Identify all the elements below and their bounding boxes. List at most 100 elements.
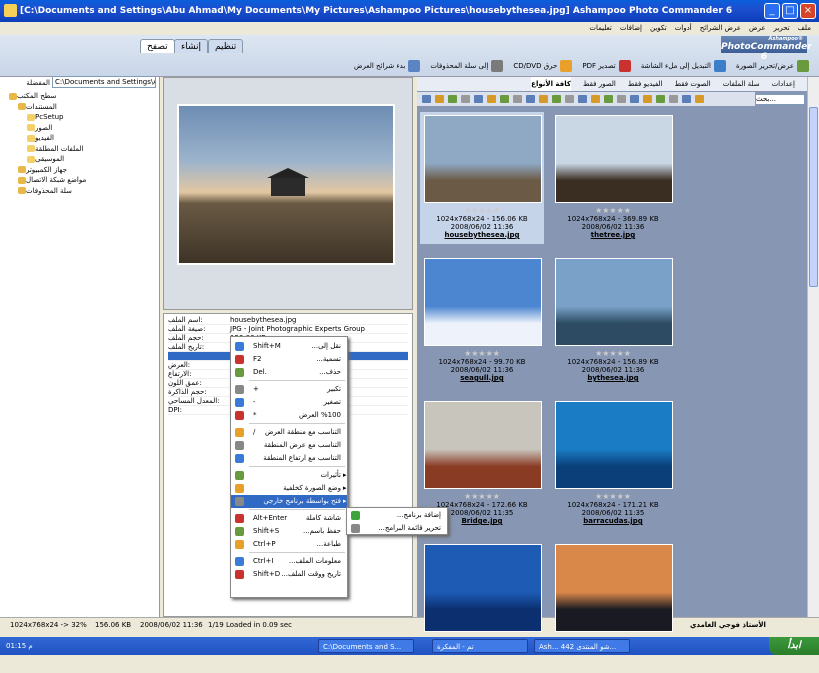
taskbar-button[interactable]: C:\Documents and S... bbox=[318, 639, 414, 653]
thumb-tool-icon[interactable] bbox=[604, 95, 613, 103]
filter-tab-4[interactable]: الصور فقط bbox=[583, 77, 616, 91]
app-icon[interactable] bbox=[4, 4, 17, 17]
thumbnail-filename[interactable]: thetree.jpg bbox=[551, 231, 675, 239]
thumb-tool-icon[interactable] bbox=[565, 95, 574, 103]
context-menu-item[interactable]: فتح بواسطة برنامج خارجي ▸ bbox=[231, 495, 347, 508]
thumb-tool-icon[interactable] bbox=[643, 95, 652, 103]
rating-stars[interactable]: ★★★★★ bbox=[420, 492, 544, 501]
favorites-label[interactable]: المفضلة bbox=[4, 79, 50, 87]
thumb-tool-icon[interactable] bbox=[695, 95, 704, 103]
thumbnail[interactable]: ★★★★★ 1024x768x24 - 369.89 KB 2008/06/02 1… bbox=[551, 112, 675, 244]
context-menu-item[interactable]: Shift+D تاريخ ووقت الملف... bbox=[231, 568, 347, 581]
thumb-tool-icon[interactable] bbox=[513, 95, 522, 103]
menu-item-3[interactable]: عرض الشرائح bbox=[700, 22, 741, 35]
thumbnail-image[interactable] bbox=[424, 544, 542, 632]
minimize-button[interactable]: _ bbox=[764, 3, 780, 19]
ribbon-tab-1[interactable]: إنشاء bbox=[174, 39, 209, 53]
menu-item-4[interactable]: أدوات bbox=[675, 22, 692, 35]
tree-item[interactable]: سلة المحذوفات bbox=[15, 187, 72, 195]
context-menu-item[interactable]: F2 تسمية... bbox=[231, 353, 347, 366]
context-menu-item[interactable]: Shift+S حفظ باسم... bbox=[231, 525, 347, 538]
menu-item-2[interactable]: عرض bbox=[749, 22, 766, 35]
rating-stars[interactable]: ★★★★★ bbox=[551, 349, 675, 358]
thumbnail-image[interactable] bbox=[555, 115, 673, 203]
context-menu-item[interactable]: وضع الصورة كخلفية ▸ bbox=[231, 482, 347, 495]
tree-item[interactable]: الفيديو bbox=[24, 134, 54, 142]
rating-stars[interactable]: ★★★★★ bbox=[420, 349, 544, 358]
preview-image[interactable] bbox=[177, 104, 395, 265]
thumbnail-filename[interactable]: Bridge.jpg bbox=[420, 517, 544, 525]
toolbar-item-2[interactable]: تصدير PDF bbox=[582, 56, 631, 76]
context-menu-item[interactable]: التناسب مع عرض المنطقة bbox=[231, 439, 347, 452]
thumbnail[interactable]: ★★★★★ 1024x768x24 - 156.89 KB 2008/06/02 1… bbox=[551, 255, 675, 387]
vertical-scrollbar[interactable] bbox=[807, 77, 819, 617]
tree-item[interactable]: المستندات bbox=[15, 103, 57, 111]
rating-stars[interactable]: ★★★★★ bbox=[551, 492, 675, 501]
thumbnail[interactable]: ★★★★★ 1024x768x24 - 171.21 KB 2008/06/02 1… bbox=[551, 398, 675, 530]
context-menu-item[interactable]: Ctrl+I معلومات الملف... bbox=[231, 555, 347, 568]
context-menu-item[interactable]: - تصغير bbox=[231, 396, 347, 409]
context-menu-item[interactable]: Shift+M نقل إلى... bbox=[231, 340, 347, 353]
toolbar-item-0[interactable]: عرض/تحرير الصورة bbox=[736, 56, 809, 76]
thumbnail-filename[interactable]: bythesea.jpg bbox=[551, 374, 675, 382]
thumbnail[interactable]: ★★★★★ 1024x768x24 - 172.66 KB 2008/06/02 1… bbox=[420, 398, 544, 530]
toolbar-item-1[interactable]: التبديل إلى ملء الشاشة bbox=[641, 56, 726, 76]
thumbnail-image[interactable] bbox=[424, 115, 542, 203]
tree-item[interactable]: الصور bbox=[24, 124, 52, 132]
thumb-tool-icon[interactable] bbox=[617, 95, 626, 103]
thumb-tool-icon[interactable] bbox=[435, 95, 444, 103]
thumb-tool-icon[interactable] bbox=[591, 95, 600, 103]
thumbnail-image[interactable] bbox=[555, 258, 673, 346]
thumb-tool-icon[interactable] bbox=[656, 95, 665, 103]
thumbnail[interactable]: ★★★★★ 1024x768x24 - 99.70 KB 2008/06/02 11… bbox=[420, 255, 544, 387]
thumb-tool-icon[interactable] bbox=[669, 95, 678, 103]
thumb-tool-icon[interactable] bbox=[526, 95, 535, 103]
thumbnail-image[interactable] bbox=[555, 544, 673, 632]
ribbon-tab-2[interactable]: تنظيم bbox=[208, 39, 244, 53]
thumbnail-filename[interactable]: seagull.jpg bbox=[420, 374, 544, 382]
rating-stars[interactable]: ★★★★★ bbox=[551, 206, 675, 215]
thumb-tool-icon[interactable] bbox=[487, 95, 496, 103]
scroll-thumb[interactable] bbox=[809, 107, 818, 287]
filter-tab-5[interactable]: كافة الأنواع bbox=[531, 77, 571, 91]
thumb-tool-icon[interactable] bbox=[448, 95, 457, 103]
toolbar-item-3[interactable]: حرق CD/DVD bbox=[513, 56, 573, 76]
context-menu-item[interactable]: + تكبير bbox=[231, 383, 347, 396]
toolbar-item-4[interactable]: إلى سلة المحذوفات bbox=[430, 56, 504, 76]
context-menu-item[interactable]: / التناسب مع منطقة العرض bbox=[231, 426, 347, 439]
thumbnail-image[interactable] bbox=[424, 258, 542, 346]
context-menu-item[interactable]: * %100 العرض bbox=[231, 409, 347, 422]
tree-item[interactable]: جهاز الكمبيوتر bbox=[15, 166, 67, 174]
thumb-tool-icon[interactable] bbox=[578, 95, 587, 103]
path-combo[interactable]: C:\Documents and Settings\A bbox=[52, 76, 156, 88]
thumbnail-filename[interactable]: housebythesea.jpg bbox=[420, 231, 544, 239]
menu-item-1[interactable]: تحرير bbox=[774, 22, 790, 35]
context-menu-item[interactable]: Ctrl+P طباعة... bbox=[231, 538, 347, 551]
menu-item-5[interactable]: تكوين bbox=[650, 22, 667, 35]
context-menu-item[interactable]: تأثيرات ▸ bbox=[231, 469, 347, 482]
tree-item[interactable]: مواضع شبكة الاتصال bbox=[15, 176, 86, 184]
thumb-tool-icon[interactable] bbox=[552, 95, 561, 103]
filter-tab-0[interactable]: إعدادات bbox=[772, 77, 795, 91]
thumb-tool-icon[interactable] bbox=[539, 95, 548, 103]
toolbar-item-5[interactable]: بدء شرائح العرض bbox=[354, 56, 421, 76]
start-button[interactable]: ابدأ bbox=[769, 637, 819, 655]
thumbnail-filename[interactable]: barracudas.jpg bbox=[551, 517, 675, 525]
thumbnail[interactable]: ★★★★★ 1024x768x24 - 156.06 KB 2008/06/02 1… bbox=[420, 112, 544, 244]
thumbnail-image[interactable] bbox=[555, 401, 673, 489]
ribbon-tab-0[interactable]: تصفح bbox=[140, 39, 175, 53]
tree-item[interactable]: الملفات المطلقة bbox=[24, 145, 83, 153]
thumb-tool-icon[interactable] bbox=[461, 95, 470, 103]
close-button[interactable]: × bbox=[800, 3, 816, 19]
context-menu-item[interactable]: التناسب مع ارتفاع المنطقة bbox=[231, 452, 347, 465]
rating-stars[interactable]: ★★★★★ bbox=[420, 206, 544, 215]
thumbnail-image[interactable] bbox=[424, 401, 542, 489]
thumbnail[interactable] bbox=[551, 541, 675, 673]
filter-tab-3[interactable]: الفيديو فقط bbox=[628, 77, 663, 91]
filter-tab-1[interactable]: سلة الملفات bbox=[723, 77, 760, 91]
thumbnail[interactable] bbox=[420, 541, 544, 673]
search-input[interactable]: بحث... bbox=[755, 94, 805, 105]
tree-item[interactable]: PcSetup bbox=[24, 113, 63, 121]
thumb-tool-icon[interactable] bbox=[474, 95, 483, 103]
menu-item-6[interactable]: إضافات bbox=[620, 22, 642, 35]
